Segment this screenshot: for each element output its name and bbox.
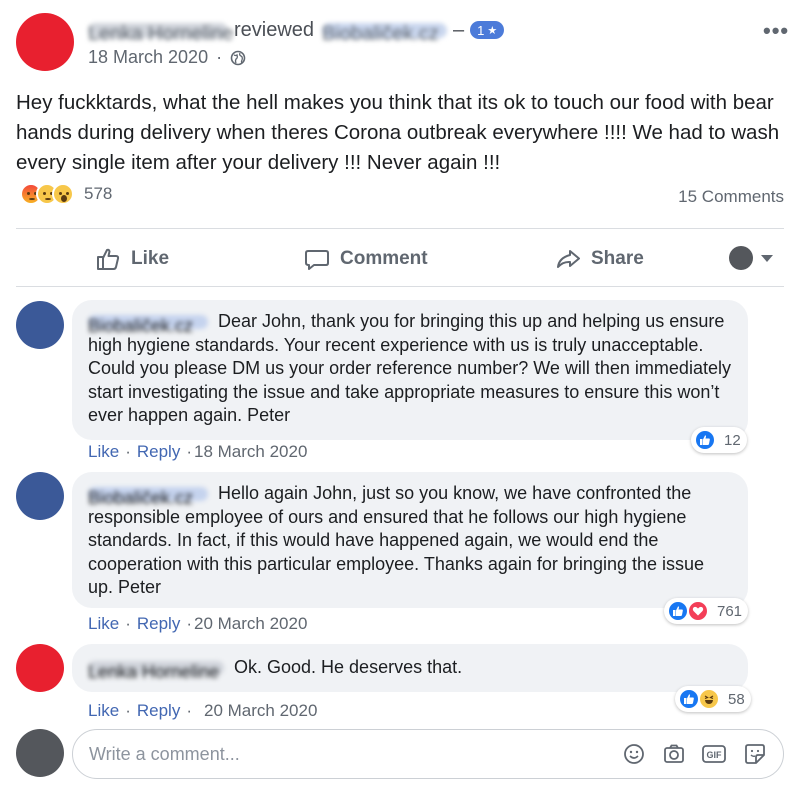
comment-author-name[interactable]: Biobaliček.cz [88,487,208,508]
comment-like-link[interactable]: Like [88,614,119,634]
more-options-icon[interactable]: ••• [763,18,789,44]
comment-bubble-icon [305,250,329,270]
reviewed-page-name[interactable]: Biobaliček.cz [322,22,448,45]
comment-text: Ok. Good. He deserves that. [234,657,463,677]
comment-reactions[interactable]: 761 [664,598,749,624]
chevron-down-icon[interactable] [761,255,773,262]
share-as-avatar[interactable] [729,246,753,270]
post-reactions-summary[interactable]: 578 [20,183,112,205]
post-author-avatar[interactable] [16,13,74,71]
comment-date[interactable]: 20 March 2020 [194,614,307,634]
comment-reaction-count: 12 [724,431,741,449]
comment-button[interactable]: Comment [304,240,428,278]
comment-reactions[interactable]: 58 [675,686,751,712]
emoji-icon[interactable] [622,742,646,766]
like-button[interactable]: Like [95,240,169,278]
comment-reply-link[interactable]: Reply [137,701,180,721]
comment-input[interactable] [89,743,589,765]
post-comments-count[interactable]: 15 Comments [678,187,784,207]
comment-reply-link[interactable]: Reply [137,442,180,462]
comment-bubble: Lenka Horneline Ok. Good. He deserves tha… [72,644,748,692]
comment-button-label: Comment [340,248,428,269]
love-reaction-icon [687,600,709,622]
comment-reaction-count: 58 [728,690,745,708]
comment-meta: Like · Reply · 20 March 2020 [88,701,318,721]
comment-like-link[interactable]: Like [88,701,119,721]
sticker-icon[interactable] [743,742,767,766]
gif-icon-label: GIF [707,750,723,760]
reaction-emoji-stack [20,183,74,205]
like-button-label: Like [131,248,170,269]
camera-icon[interactable] [662,742,686,766]
write-comment-box[interactable]: GIF [72,729,784,779]
comment-bubble: Biobaliček.cz Hello again John, just so y… [72,472,748,608]
current-user-avatar[interactable] [16,729,64,777]
comment-meta: Like · Reply · 20 March 2020 [88,614,308,634]
divider [16,286,784,287]
comment-like-link[interactable]: Like [88,442,119,462]
like-reaction-icon [694,429,716,451]
comment-reaction-count: 761 [717,602,743,620]
comment-date[interactable]: 20 March 2020 [204,701,317,721]
comment-author-avatar[interactable] [16,644,64,692]
wow-emoji-icon [52,183,74,205]
haha-reaction-icon [698,688,720,710]
share-arrow-icon [557,250,580,268]
rating-value: 1 [477,22,485,38]
post-date[interactable]: 18 March 2020 [88,47,208,68]
comment-reactions[interactable]: 12 [691,427,747,453]
comment-author-name[interactable]: Biobaliček.cz [88,315,208,336]
star-icon: ★ [487,24,498,37]
post-reaction-count: 578 [84,184,113,203]
comment-author-avatar[interactable] [16,301,64,349]
comment-author-name[interactable]: Lenka Horneline [88,661,224,682]
date-separator: · [216,47,223,67]
like-reaction-icon [667,600,689,622]
like-reaction-icon [678,688,700,710]
post-header: Lenka Horneline reviewed Biobaliček.cz –… [88,18,505,45]
thumbs-up-icon [97,248,120,270]
share-button[interactable]: Share [555,240,644,278]
comment-bubble: Biobaliček.cz Dear John, thank you for br… [72,300,748,440]
post-author-name[interactable]: Lenka Horneline [88,22,234,45]
header-dash: – [453,18,465,41]
comment-reply-link[interactable]: Reply [137,614,180,634]
comment-meta: Like · Reply · 18 March 2020 [88,442,308,462]
divider [16,228,784,229]
reviewed-label: reviewed [234,18,315,41]
share-button-label: Share [591,248,644,269]
comment-date[interactable]: 18 March 2020 [194,442,307,462]
globe-icon [230,50,246,65]
comment-author-avatar[interactable] [16,472,64,520]
post-date-line: 18 March 2020 · [88,47,246,68]
gif-icon[interactable]: GIF [701,742,727,766]
rating-badge[interactable]: 1 ★ [470,21,505,39]
post-body-text: Hey fuckktards, what the hell makes you … [16,91,780,174]
